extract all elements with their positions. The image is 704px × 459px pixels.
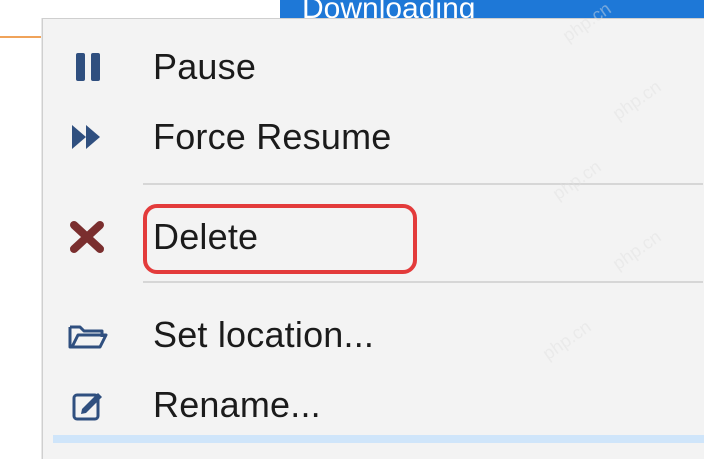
menu-item-force-resume[interactable]: Force Resume [43, 107, 703, 167]
selected-row-status[interactable]: Downloading [280, 0, 704, 18]
menu-item-label: Set location... [153, 314, 375, 355]
menu-item-label: Rename... [153, 384, 321, 425]
status-label: Downloading [302, 0, 476, 18]
fast-forward-icon [63, 117, 113, 157]
menu-item-label: Force Resume [153, 116, 392, 157]
menu-item-pause[interactable]: Pause [43, 37, 703, 97]
menu-separator [143, 183, 703, 185]
menu-item-label: Pause [153, 46, 257, 87]
menu-item-rename[interactable]: Rename... [43, 375, 703, 435]
background-orange-line [0, 36, 44, 38]
rename-icon [63, 385, 113, 425]
pause-icon [63, 47, 113, 87]
context-menu: Pause Force Resume Delete Set location..… [42, 18, 704, 459]
menu-separator [143, 281, 703, 283]
background-left [0, 0, 44, 442]
red-annotation-box [143, 204, 417, 274]
menu-item-set-location[interactable]: Set location... [43, 305, 703, 365]
folder-open-icon [63, 315, 113, 355]
delete-x-icon [63, 217, 113, 257]
